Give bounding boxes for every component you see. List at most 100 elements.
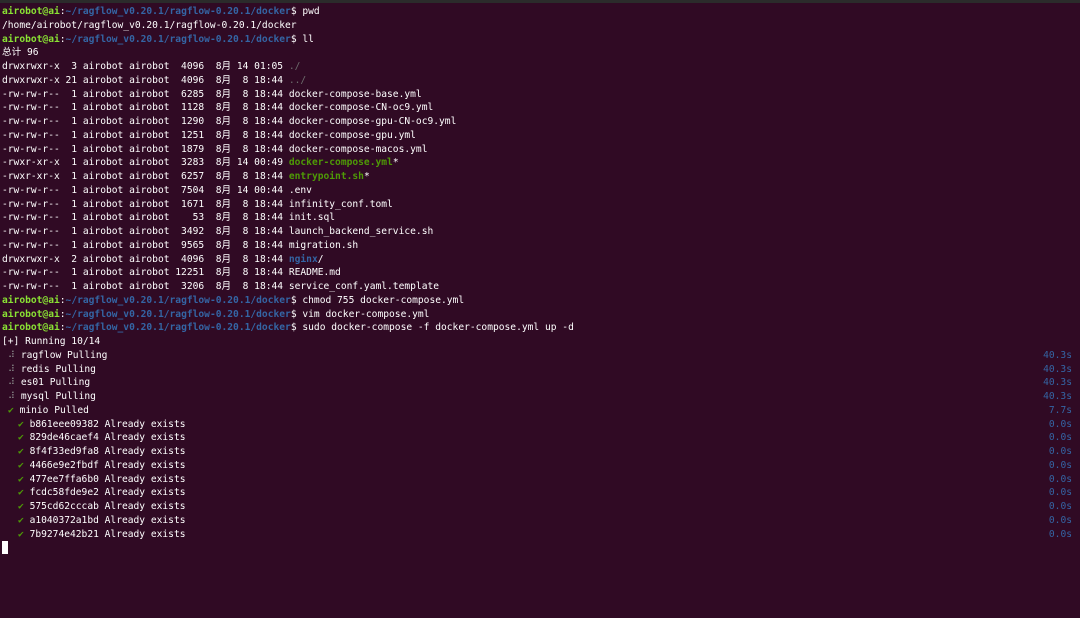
file-name: entrypoint.sh xyxy=(288,171,364,182)
prompt-line-chmod: airobot@ai:~/ragflow_v0.20.1/ragflow-0.2… xyxy=(2,294,1078,308)
layer-row: ✔ 477ee7ffa6b0 Already exists 0.0s xyxy=(2,473,1078,487)
file-name: docker-compose-base.yml xyxy=(288,88,422,100)
file-name: infinity_conf.toml xyxy=(288,198,393,210)
file-meta: -rw-rw-r-- 1 airobot airobot 1290 8月 8 1… xyxy=(2,116,289,127)
listing-row: -rw-rw-r-- 1 airobot airobot 3206 8月 8 1… xyxy=(2,280,1078,294)
elapsed-time: 0.0s xyxy=(1048,473,1072,485)
spinner-icon: ⠼ xyxy=(8,363,16,375)
file-name: migration.sh xyxy=(288,239,359,251)
prompt-line-compose-up: airobot@ai:~/ragflow_v0.20.1/ragflow-0.2… xyxy=(2,321,1078,335)
layer-status-text: a1040372a1bd Already exists xyxy=(29,514,186,526)
prompt-path: ~/ragflow_v0.20.1/ragflow-0.20.1/docker xyxy=(65,33,291,45)
layer-status-text: 575cd62cccab Already exists xyxy=(29,501,186,512)
file-meta: -rw-rw-r-- 1 airobot airobot 53 8月 8 18:… xyxy=(2,212,289,224)
file-suffix: * xyxy=(363,171,370,182)
file-name: docker-compose-gpu.yml xyxy=(288,129,416,141)
file-meta: -rw-rw-r-- 1 airobot airobot 1251 8月 8 1… xyxy=(2,129,289,141)
command-text: pwd xyxy=(302,6,320,17)
check-icon: ✔ xyxy=(8,404,14,416)
listing-row: drwxrwxr-x 2 airobot airobot 4096 8月 8 1… xyxy=(2,253,1078,267)
listing-row: -rw-rw-r-- 1 airobot airobot 53 8月 8 18:… xyxy=(2,211,1078,225)
check-icon: ✔ xyxy=(18,473,24,485)
check-icon: ✔ xyxy=(18,501,24,512)
file-meta: -rw-rw-r-- 1 airobot airobot 1671 8月 8 1… xyxy=(2,198,289,210)
file-meta: -rw-rw-r-- 1 airobot airobot 6285 8月 8 1… xyxy=(2,88,289,100)
cursor-line[interactable] xyxy=(2,541,1078,555)
compose-layers: ✔ b861eee09382 Already exists 0.0s ✔ 829de… xyxy=(2,418,1078,542)
prompt-line-vim: airobot@ai:~/ragflow_v0.20.1/ragflow-0.2… xyxy=(2,308,1078,322)
elapsed-time: 0.0s xyxy=(1048,446,1072,457)
spinner-icon: ⠼ xyxy=(8,349,16,361)
command-text: chmod 755 docker-compose.yml xyxy=(302,294,465,306)
file-meta: -rwxr-xr-x 1 airobot airobot 3283 8月 14 … xyxy=(2,157,289,169)
check-icon: ✔ xyxy=(18,528,24,540)
service-row: ⠼ ragflow Pulling 40.3s xyxy=(2,349,1078,363)
prompt-line-ll: airobot@ai:~/ragflow_v0.20.1/ragflow-0.2… xyxy=(2,33,1078,47)
file-suffix: * xyxy=(392,157,399,169)
command-text: sudo docker-compose -f docker-compose.ym… xyxy=(302,322,574,334)
listing-row: -rw-rw-r-- 1 airobot airobot 1879 8月 8 1… xyxy=(2,143,1078,157)
total-line: 总计 96 xyxy=(2,47,39,59)
prompt-path: ~/ragflow_v0.20.1/ragflow-0.20.1/docker xyxy=(65,294,291,306)
file-meta: -rw-rw-r-- 1 airobot airobot 7504 8月 14 … xyxy=(2,184,289,196)
elapsed-time: 0.0s xyxy=(1048,432,1072,444)
prompt-symbol: $ xyxy=(290,322,303,334)
file-meta: -rw-rw-r-- 1 airobot airobot 9565 8月 8 1… xyxy=(2,239,289,251)
file-meta: -rw-rw-r-- 1 airobot airobot 12251 8月 8 … xyxy=(2,267,289,279)
terminal-cursor xyxy=(2,541,8,555)
file-meta: drwxrwxr-x 3 airobot airobot 4096 8月 14 … xyxy=(2,61,289,72)
prompt-user: airobot@ai xyxy=(2,308,60,320)
prompt-symbol: $ xyxy=(290,33,303,45)
listing-row: -rw-rw-r-- 1 airobot airobot 1128 8月 8 1… xyxy=(2,101,1078,115)
layer-row: ✔ 4466e9e2fbdf Already exists 0.0s xyxy=(2,459,1078,473)
elapsed-time: 0.0s xyxy=(1048,459,1072,471)
pwd-output: /home/airobot/ragflow_v0.20.1/ragflow-0.… xyxy=(2,19,297,31)
file-meta: drwxrwxr-x 21 airobot airobot 4096 8月 8 … xyxy=(2,74,289,86)
file-name: .env xyxy=(288,184,312,196)
service-row: ⠼ es01 Pulling 40.3s xyxy=(2,376,1078,390)
file-name: init.sql xyxy=(288,212,336,224)
compose-running-status: [+] Running 10/14 xyxy=(2,336,101,347)
service-status-text: es01 Pulling xyxy=(20,377,91,389)
file-meta: -rwxr-xr-x 1 airobot airobot 6257 8月 8 1… xyxy=(2,171,289,182)
file-name: ./ xyxy=(288,61,301,72)
check-icon: ✔ xyxy=(18,487,24,499)
listing-row: -rw-rw-r-- 1 airobot airobot 7504 8月 14 … xyxy=(2,184,1078,198)
directory-listing: drwxrwxr-x 3 airobot airobot 4096 8月 14 … xyxy=(2,60,1078,294)
listing-row: -rwxr-xr-x 1 airobot airobot 3283 8月 14 … xyxy=(2,156,1078,170)
spinner-icon: ⠼ xyxy=(8,377,16,389)
layer-row: ✔ 575cd62cccab Already exists 0.0s xyxy=(2,500,1078,514)
prompt-symbol: $ xyxy=(290,294,303,306)
file-name: ../ xyxy=(288,74,307,86)
compose-services: ⠼ ragflow Pulling 40.3s ⠼ redis Pulling 40.… xyxy=(2,349,1078,418)
listing-row: -rw-rw-r-- 1 airobot airobot 3492 8月 8 1… xyxy=(2,225,1078,239)
service-status-text: minio Pulled xyxy=(19,404,89,416)
file-suffix: / xyxy=(317,253,324,265)
service-row: ⠼ mysql Pulling 40.3s xyxy=(2,390,1078,404)
elapsed-time: 0.0s xyxy=(1048,487,1072,499)
file-name: docker-compose-gpu-CN-oc9.yml xyxy=(288,116,457,127)
listing-row: drwxrwxr-x 21 airobot airobot 4096 8月 8 … xyxy=(2,74,1078,88)
file-name: docker-compose-CN-oc9.yml xyxy=(288,102,434,114)
elapsed-time: 0.0s xyxy=(1048,418,1072,430)
elapsed-time: 40.3s xyxy=(1043,391,1072,402)
elapsed-time: 40.3s xyxy=(1043,349,1072,361)
prompt-symbol: $ xyxy=(290,308,303,320)
check-icon: ✔ xyxy=(18,418,24,430)
listing-row: -rwxr-xr-x 1 airobot airobot 6257 8月 8 1… xyxy=(2,170,1078,184)
elapsed-time: 0.0s xyxy=(1048,514,1072,526)
elapsed-time: 40.3s xyxy=(1043,363,1072,375)
layer-row: ✔ 829de46caef4 Already exists 0.0s xyxy=(2,431,1078,445)
file-meta: -rw-rw-r-- 1 airobot airobot 3206 8月 8 1… xyxy=(2,281,289,292)
layer-status-text: fcdc58fde9e2 Already exists xyxy=(29,487,186,499)
file-meta: -rw-rw-r-- 1 airobot airobot 1879 8月 8 1… xyxy=(2,143,289,155)
layer-row: ✔ 8f4f33ed9fa8 Already exists 0.0s xyxy=(2,445,1078,459)
layer-row: ✔ a1040372a1bd Already exists 0.0s xyxy=(2,514,1078,528)
file-meta: -rw-rw-r-- 1 airobot airobot 3492 8月 8 1… xyxy=(2,226,289,237)
prompt-user: airobot@ai xyxy=(2,322,60,334)
elapsed-time: 0.0s xyxy=(1048,501,1072,512)
layer-status-text: 8f4f33ed9fa8 Already exists xyxy=(29,446,186,457)
terminal-output[interactable]: airobot@ai:~/ragflow_v0.20.1/ragflow-0.2… xyxy=(2,5,1078,555)
file-name: docker-compose-macos.yml xyxy=(288,143,428,155)
layer-row: ✔ 7b9274e42b21 Already exists 0.0s xyxy=(2,528,1078,542)
